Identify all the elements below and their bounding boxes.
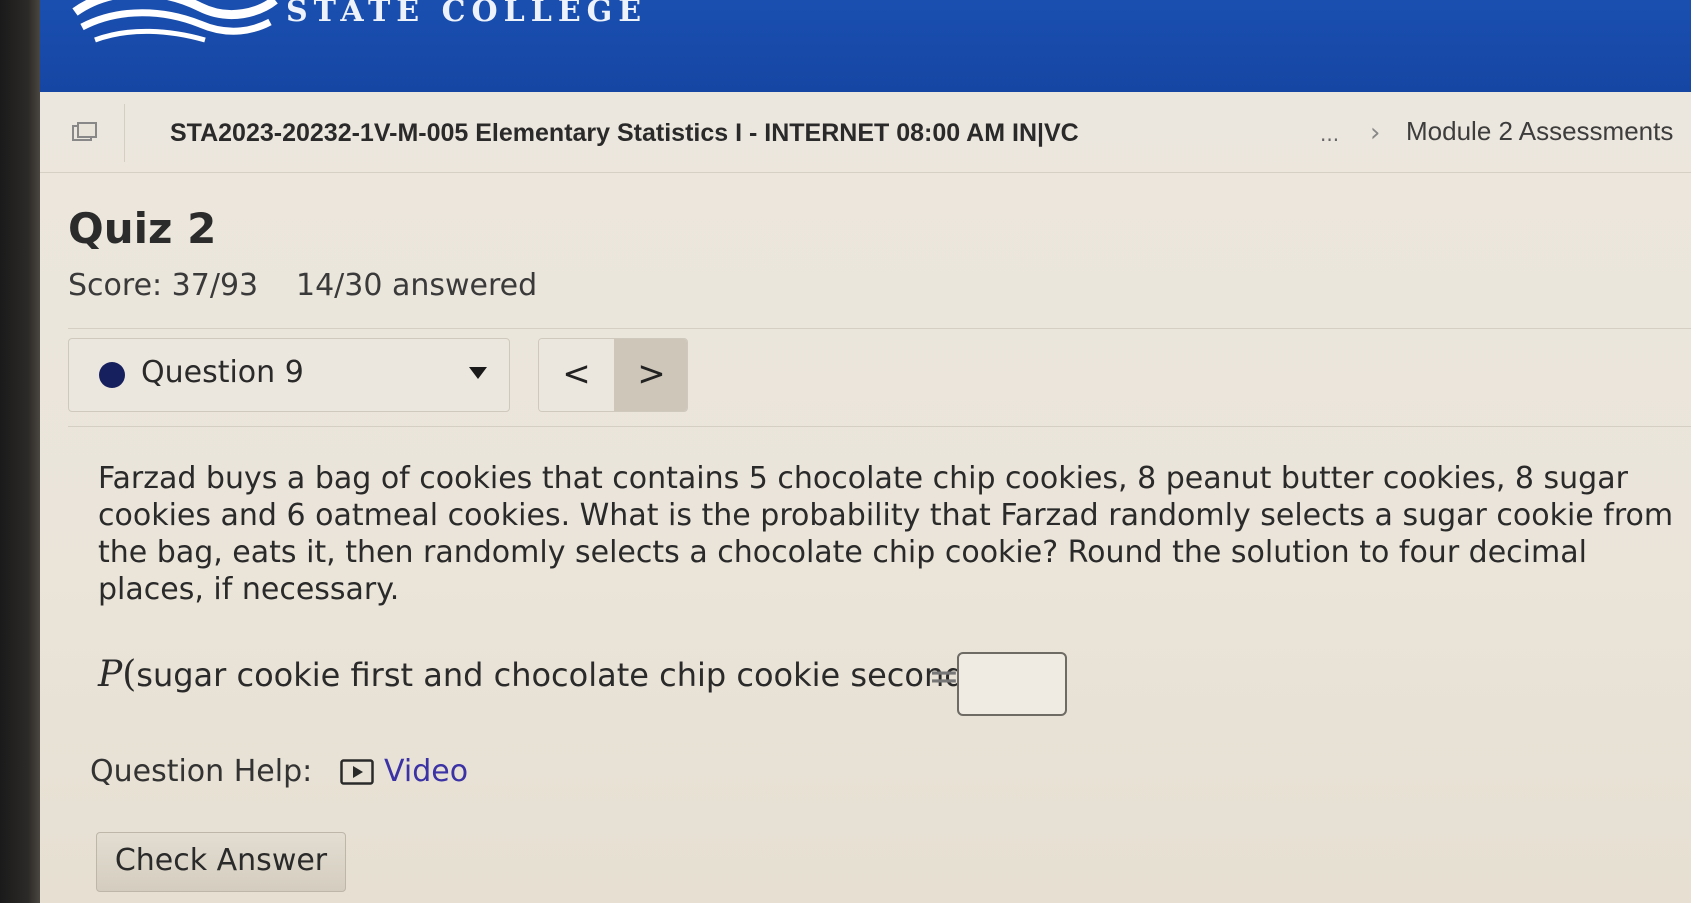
breadcrumb-divider bbox=[124, 104, 125, 162]
probability-expression: P(sugar cookie first and chocolate chip … bbox=[98, 654, 979, 695]
video-play-icon bbox=[340, 759, 374, 785]
caret-down-icon bbox=[469, 367, 487, 379]
module-assessments-link[interactable]: Module 2 Assessments bbox=[1406, 116, 1673, 147]
screen-bezel bbox=[0, 0, 40, 903]
question-text: Farzad buys a bag of cookies that contai… bbox=[98, 461, 1674, 607]
divider bbox=[68, 328, 1691, 329]
answered-count: 14/30 answered bbox=[296, 268, 538, 303]
video-help-link[interactable]: Video bbox=[340, 754, 468, 789]
probability-event: sugar cookie first and chocolate chip co… bbox=[136, 656, 965, 694]
college-logo-icon bbox=[72, 0, 278, 43]
answer-input[interactable] bbox=[957, 652, 1067, 716]
probability-symbol: P bbox=[98, 654, 123, 695]
college-banner: STATE COLLEGE bbox=[40, 0, 1691, 92]
course-title-link[interactable]: STA2023-20232-1V-M-005 Elementary Statis… bbox=[170, 119, 1079, 148]
open-paren: ( bbox=[122, 654, 137, 695]
window-icon[interactable] bbox=[72, 122, 98, 142]
question-help-label: Question Help: bbox=[90, 754, 313, 789]
check-answer-button[interactable]: Check Answer bbox=[96, 832, 346, 892]
score-text: Score: 37/93 bbox=[68, 268, 259, 303]
college-name: STATE COLLEGE bbox=[286, 0, 648, 29]
breadcrumb-ellipsis[interactable]: ... bbox=[1320, 122, 1339, 146]
equals-sign: = bbox=[928, 654, 960, 698]
question-dropdown-label: Question 9 bbox=[141, 355, 304, 390]
divider bbox=[68, 426, 1691, 427]
video-link-label: Video bbox=[384, 754, 469, 789]
page-title: Quiz 2 bbox=[68, 204, 217, 253]
breadcrumb: STA2023-20232-1V-M-005 Elementary Statis… bbox=[40, 92, 1691, 173]
next-question-button[interactable]: > bbox=[614, 339, 687, 411]
question-navigation: < > bbox=[538, 338, 688, 412]
question-dropdown[interactable]: Question 9 bbox=[68, 338, 510, 412]
chevron-right-icon: › bbox=[1370, 118, 1381, 148]
previous-question-button[interactable]: < bbox=[539, 339, 614, 411]
question-status-dot-icon bbox=[99, 362, 125, 388]
quiz-page: STA2023-20232-1V-M-005 Elementary Statis… bbox=[40, 92, 1691, 903]
